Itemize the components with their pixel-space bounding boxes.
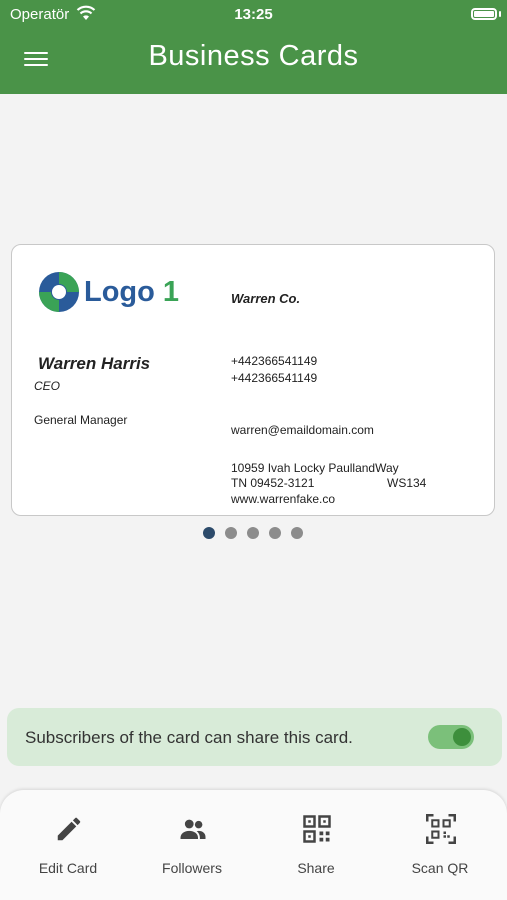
business-card[interactable]: Logo 1 Warren Co. Warren Harris CEO Gene… xyxy=(11,244,495,516)
battery-tip xyxy=(499,11,501,17)
logo-swirl-icon xyxy=(39,272,79,312)
qr-code-icon xyxy=(303,815,331,843)
address-line-1: 10959 Ivah Locky PaullandWay xyxy=(231,461,399,475)
company-logo: Logo 1 xyxy=(37,270,197,318)
tab-edit-card[interactable]: Edit Card xyxy=(8,790,128,890)
tab-scan-qr-label: Scan QR xyxy=(411,860,469,876)
tab-followers-label: Followers xyxy=(162,860,222,876)
person-position: General Manager xyxy=(34,413,128,427)
phone-number-2: +442366541149 xyxy=(231,371,318,385)
people-icon xyxy=(180,819,206,839)
tab-scan-qr[interactable]: Scan QR xyxy=(380,790,500,890)
tab-edit-card-label: Edit Card xyxy=(38,860,98,876)
address-code: WS134 xyxy=(387,476,427,490)
tab-share-label: Share xyxy=(297,860,335,876)
share-permission-text: Subscribers of the card can share this c… xyxy=(25,728,353,747)
page-dot-3[interactable] xyxy=(247,527,259,539)
share-permission-bar: Subscribers of the card can share this c… xyxy=(7,708,502,766)
battery-icon xyxy=(471,8,497,20)
clock: 13:25 xyxy=(234,6,273,23)
website: www.warrenfake.co xyxy=(231,492,336,506)
app-header: Operatör 13:25 Business Cards xyxy=(0,0,507,94)
page-dot-4[interactable] xyxy=(269,527,281,539)
page-title: Business Cards xyxy=(148,40,359,72)
toggle-knob xyxy=(453,728,471,746)
card-pagination xyxy=(203,527,313,539)
logo-wordmark: Logo 1 xyxy=(84,276,180,308)
person-role: CEO xyxy=(34,379,61,393)
email-address: warren@emaildomain.com xyxy=(231,423,374,437)
person-name: Warren Harris xyxy=(38,354,151,373)
pencil-icon xyxy=(57,817,81,841)
page-dot-2[interactable] xyxy=(225,527,237,539)
phone-number-1: +442366541149 xyxy=(231,354,318,368)
tab-followers[interactable]: Followers xyxy=(132,790,252,890)
status-bar: Operatör 13:25 xyxy=(0,0,507,30)
company-name: Warren Co. xyxy=(231,291,301,306)
address-line-2: TN 09452-3121 xyxy=(231,476,315,490)
scan-qr-icon xyxy=(426,814,456,844)
tab-share[interactable]: Share xyxy=(256,790,376,890)
bottom-tab-bar: Edit Card Followers Share Scan QR xyxy=(0,790,507,900)
page-dot-1[interactable] xyxy=(203,527,215,539)
page-dot-5[interactable] xyxy=(291,527,303,539)
share-permission-toggle[interactable] xyxy=(428,725,474,749)
